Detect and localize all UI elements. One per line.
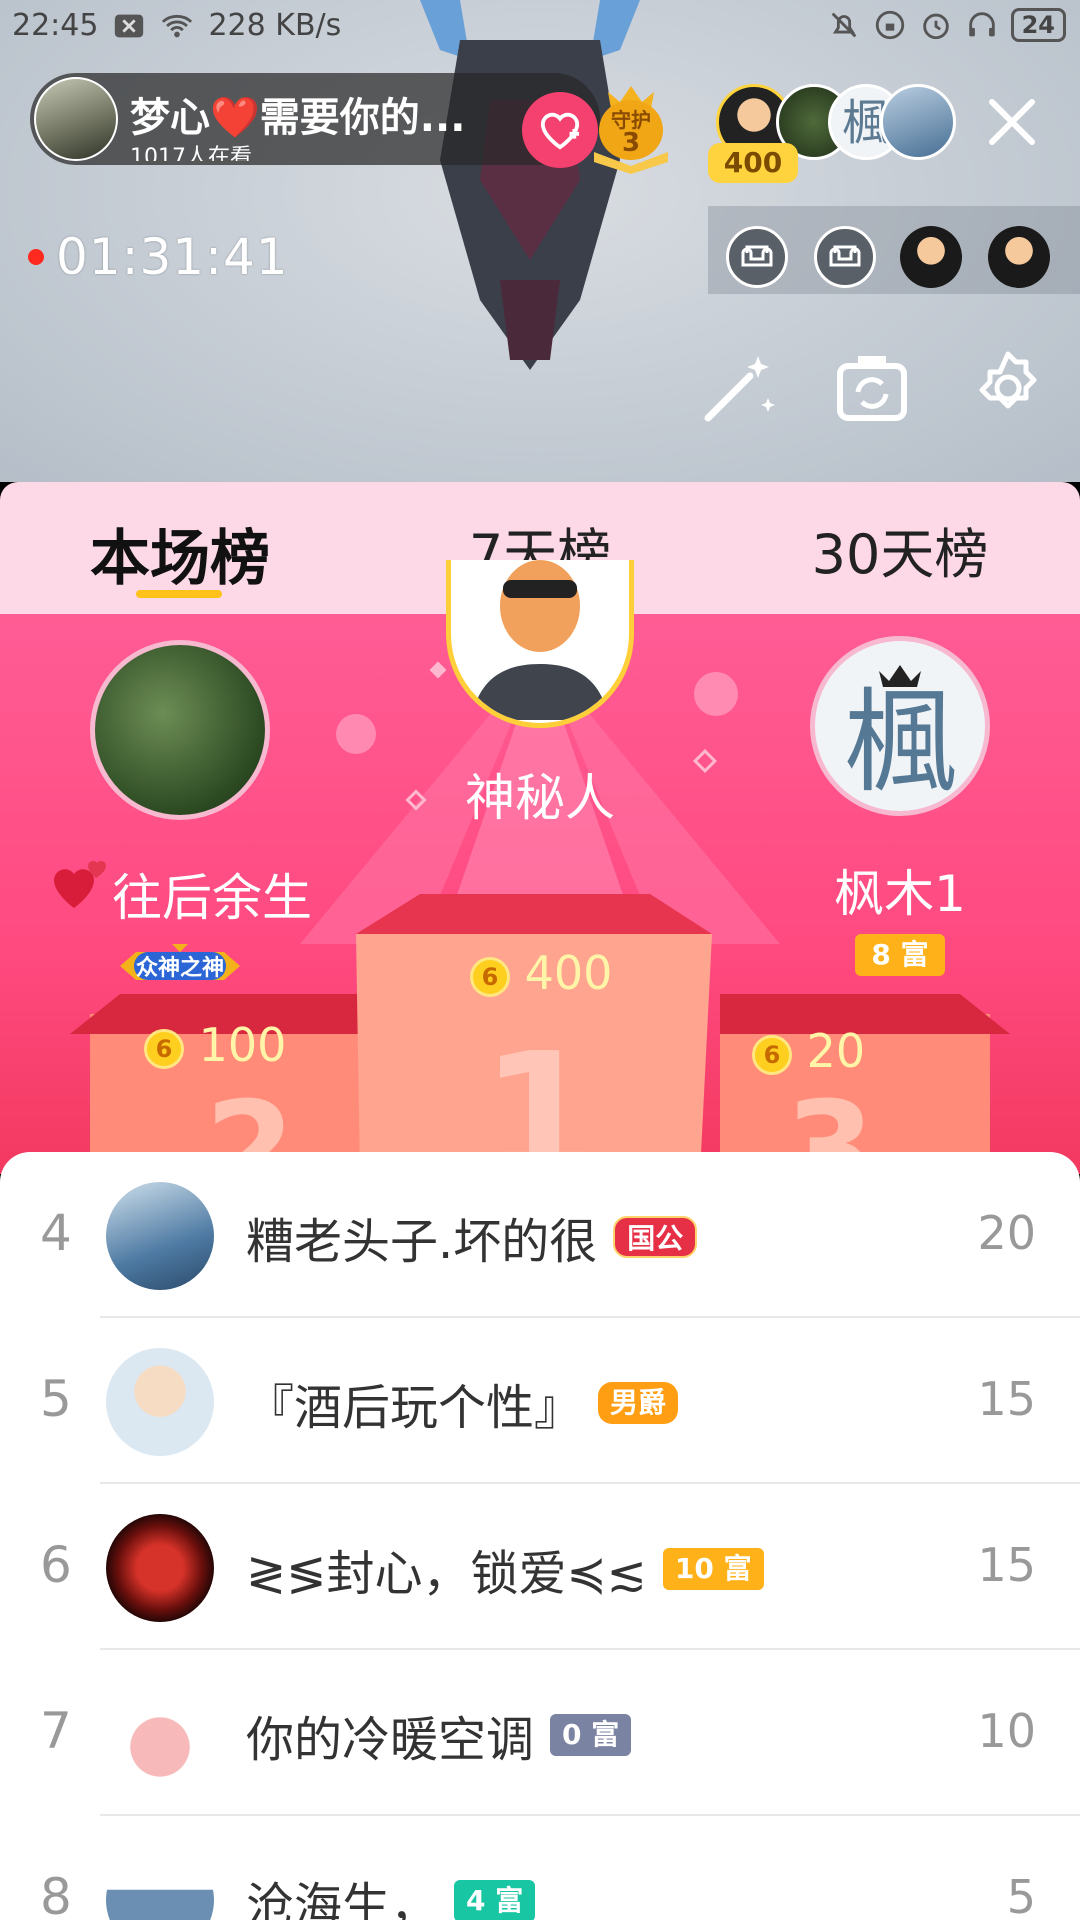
- sofa-icon: [741, 245, 773, 267]
- list-item[interactable]: 5 『酒后玩个性』 男爵 15: [0, 1318, 1080, 1484]
- flip-camera-icon[interactable]: [832, 348, 912, 428]
- list-avatar[interactable]: [106, 1182, 214, 1290]
- heart-plus-icon: [540, 112, 580, 150]
- rank3-score: 20: [806, 1024, 866, 1078]
- title-badge: 男爵: [598, 1382, 679, 1424]
- anchor-info[interactable]: 梦心❤️需要你的... 1017人在看: [30, 73, 600, 165]
- guard-count: 3: [621, 128, 641, 158]
- list-rank: 4: [40, 1204, 72, 1262]
- rank2-badge-text: 众神之神: [135, 956, 224, 981]
- list-avatar[interactable]: [106, 1680, 214, 1788]
- list-avatar[interactable]: [106, 1514, 214, 1622]
- svg-text:楓: 楓: [844, 678, 956, 808]
- list-item[interactable]: 4 糟老头子.坏的很 国公 20: [0, 1152, 1080, 1318]
- live-timer: 01:31:41: [28, 228, 289, 286]
- occupied-seat-2[interactable]: [988, 226, 1050, 288]
- list-rank: 7: [40, 1702, 72, 1760]
- title-badge: 国公: [613, 1216, 698, 1258]
- svg-text:1: 1: [481, 1017, 599, 1174]
- headphones-icon: [968, 12, 995, 37]
- empty-seat-2[interactable]: [814, 226, 876, 288]
- follow-heart-button[interactable]: [522, 92, 598, 168]
- list-name: 糟老头子.坏的很: [246, 1214, 598, 1270]
- notification-icon: [115, 14, 144, 37]
- mystery-person-icon: [471, 560, 609, 720]
- list-score: 10: [977, 1704, 1036, 1758]
- list-avatar[interactable]: [106, 1348, 214, 1456]
- viewer-avatar-4[interactable]: [880, 84, 956, 160]
- rank2-name: 往后余生: [112, 869, 312, 927]
- anchor-name: 梦心❤️需要你的...: [130, 95, 466, 141]
- list-item[interactable]: 7 你的冷暖空调 0 富 10: [0, 1650, 1080, 1816]
- list-name: 沧海生，: [246, 1878, 439, 1920]
- list-rank: 5: [40, 1370, 72, 1428]
- wealth-badge: 4 富: [454, 1880, 536, 1920]
- occupied-seat-1[interactable]: [900, 226, 962, 288]
- coin-icon: 6: [144, 1028, 184, 1069]
- wealth-badge: 10 富: [662, 1548, 764, 1590]
- wifi-icon: [162, 14, 193, 37]
- ranking-list: 4 糟老头子.坏的很 国公 20 5 『酒后玩个性』 男爵 15 6 ≷≶封心，…: [0, 1152, 1080, 1920]
- rank3-score-row: 6 20: [752, 1024, 865, 1078]
- list-rank: 8: [40, 1868, 72, 1920]
- guard-badge[interactable]: 守护 3: [588, 82, 674, 174]
- list-item[interactable]: 8 沧海生， 4 富 5: [0, 1816, 1080, 1920]
- rank3-avatar[interactable]: 楓: [810, 636, 990, 816]
- list-name: 你的冷暖空调: [246, 1712, 535, 1768]
- close-icon[interactable]: [982, 92, 1042, 152]
- status-bar: 22:45 228 KB/s 24: [0, 0, 1080, 54]
- anchor-avatar[interactable]: [34, 77, 118, 161]
- list-name-row: 沧海生， 4 富: [246, 1866, 536, 1920]
- rank1-name: 神秘人: [465, 769, 615, 827]
- battery-level: 24: [1010, 8, 1066, 42]
- rank1-score: 400: [524, 946, 613, 1000]
- rank2-title-badge: 众神之神: [114, 940, 246, 992]
- list-score: 20: [977, 1206, 1036, 1260]
- viewer-count-badge: 400: [708, 143, 798, 183]
- list-avatar[interactable]: [106, 1846, 214, 1920]
- maple-char-icon: 楓: [844, 665, 956, 808]
- list-name: 『酒后玩个性』: [246, 1380, 583, 1436]
- rotation-lock-icon: [875, 10, 904, 40]
- mute-bell-icon: [831, 12, 856, 38]
- coin-icon: 6: [470, 956, 510, 997]
- tab-active-indicator: [136, 590, 222, 598]
- coin-icon: 6: [752, 1034, 792, 1075]
- clock: 22:45: [12, 8, 99, 43]
- list-name-row: ≷≶封心，锁爱≼≲ 10 富: [246, 1534, 764, 1604]
- net-speed: 228 KB/s: [208, 8, 342, 43]
- list-name: ≷≶封心，锁爱≼≲: [246, 1546, 647, 1602]
- tab-current-show[interactable]: 本场榜: [50, 510, 310, 597]
- list-name-row: 你的冷暖空调 0 富: [246, 1700, 632, 1770]
- magic-wand-icon[interactable]: [698, 348, 778, 428]
- rank3-wealth-badge: 8 富: [855, 934, 945, 976]
- recording-dot-icon: [28, 249, 44, 265]
- rank3-name: 枫木1: [834, 865, 966, 923]
- rank2-score-row: 6 100: [144, 1018, 286, 1072]
- stream-timer: 01:31:41: [56, 228, 289, 286]
- tab-30-days[interactable]: 30天榜: [770, 510, 1030, 589]
- hearts-icon: [54, 861, 106, 908]
- list-rank: 6: [40, 1536, 72, 1594]
- empty-seat-1[interactable]: [726, 226, 788, 288]
- list-score: 15: [977, 1538, 1036, 1592]
- list-name-row: 『酒后玩个性』 男爵: [246, 1368, 679, 1438]
- deer-head-decoration: [420, 0, 640, 370]
- rank2-avatar[interactable]: [90, 640, 270, 820]
- alarm-icon: [922, 13, 949, 40]
- list-item[interactable]: 6 ≷≶封心，锁爱≼≲ 10 富 15: [0, 1484, 1080, 1650]
- list-score: 15: [977, 1372, 1036, 1426]
- list-score: 5: [1006, 1870, 1036, 1920]
- rank1-score-row: 6 400: [470, 946, 612, 1000]
- wealth-badge: 0 富: [550, 1714, 632, 1756]
- anchor-viewer-count: 1017人在看: [130, 145, 252, 161]
- settings-gear-icon[interactable]: [968, 348, 1048, 428]
- live-video: 22:45 228 KB/s 24 梦心❤️需要你的... 1017人在看 守护…: [0, 0, 1080, 482]
- list-name-row: 糟老头子.坏的很 国公: [246, 1202, 698, 1272]
- sofa-icon: [829, 245, 861, 267]
- rank2-score: 100: [198, 1018, 287, 1072]
